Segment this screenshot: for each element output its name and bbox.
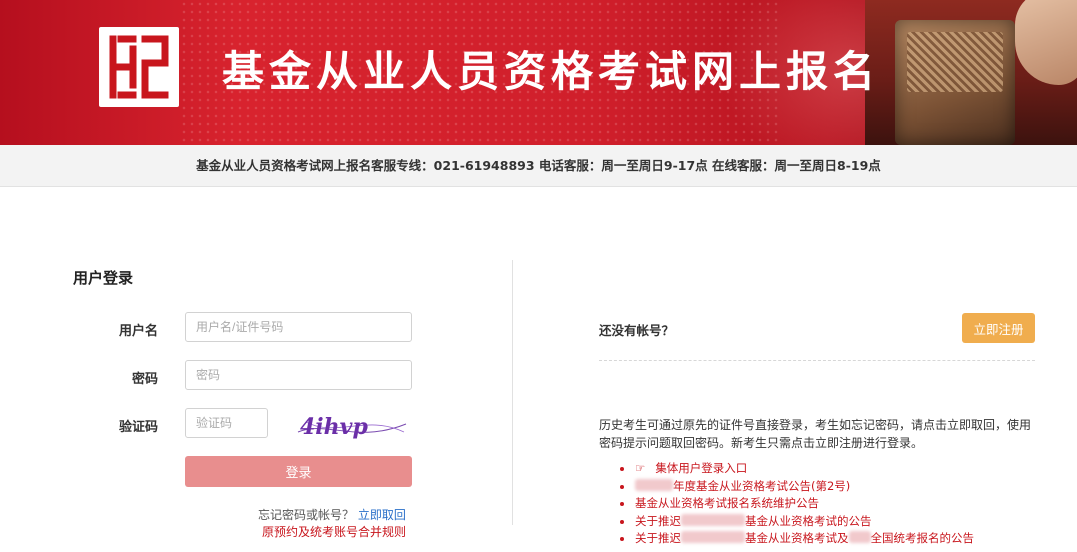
retrieve-now-link[interactable]: 立即取回 — [358, 508, 406, 522]
redacted-text — [681, 513, 745, 526]
username-input[interactable] — [185, 312, 412, 342]
redacted-text — [681, 531, 745, 543]
password-label: 密码 — [131, 372, 158, 387]
login-instructions: 历史考生可通过原先的证件号直接登录，考生如忘记密码，请点击立即取回，使用密码提示… — [599, 418, 1032, 450]
password-input[interactable] — [185, 360, 412, 390]
list-item: 关于推迟 基金从业资格考试的公告 — [620, 513, 974, 531]
dashed-divider — [599, 360, 1035, 361]
list-item: 关于推迟 基金从业资格考试及 全国统考报名的公告 — [620, 530, 974, 548]
redacted-text — [848, 531, 871, 543]
list-item: 年度基金从业资格考试公告(第2号) — [620, 478, 974, 496]
captcha-text: 4ihvp — [300, 414, 368, 440]
list-item: 基金从业资格考试报名系统维护公告 — [620, 495, 974, 513]
captcha-label: 验证码 — [118, 420, 158, 435]
group-login-link[interactable]: ☞ 集体用户登录入口 — [635, 461, 747, 475]
captcha-input[interactable] — [185, 408, 268, 438]
notice-link[interactable]: 基金从业资格考试报名系统维护公告 — [635, 496, 819, 510]
list-item: ☞ 集体用户登录入口 — [620, 460, 974, 478]
merge-rule-link[interactable]: 原预约及统考账号合并规则 — [262, 523, 406, 540]
no-account-text: 还没有帐号？ — [599, 323, 675, 338]
captcha-image[interactable]: 4ihvp — [296, 410, 408, 442]
forgot-account-row: 忘记密码或帐号？ 立即取回 — [258, 506, 406, 523]
login-button[interactable]: 登录 — [185, 456, 412, 487]
notice-list: ☞ 集体用户登录入口 年度基金从业资格考试公告(第2号) 基金从业资格考试报名系统… — [620, 460, 974, 548]
site-title: 基金从业人员资格考试网上报名 — [222, 47, 881, 96]
notice-link[interactable]: 关于推迟 基金从业资格考试的公告 — [635, 513, 872, 528]
notice-link[interactable]: 年度基金从业资格考试公告(第2号) — [635, 478, 850, 493]
login-heading: 用户登录 — [73, 269, 134, 287]
vertical-divider — [512, 260, 513, 525]
pointing-hand-icon: ☞ — [635, 461, 646, 475]
forgot-prefix: 忘记密码或帐号？ — [258, 508, 355, 522]
seal-stamp-image — [865, 0, 1077, 145]
username-label: 用户名 — [118, 324, 158, 339]
service-hotline-bar: 基金从业人员资格考试网上报名客服专线：021-61948893 电话客服：周一至… — [0, 145, 1077, 187]
header-banner: 基金从业人员资格考试网上报名 — [0, 0, 1077, 145]
redacted-text — [635, 478, 673, 491]
association-logo — [99, 27, 179, 107]
notice-link[interactable]: 关于推迟 基金从业资格考试及 全国统考报名的公告 — [635, 531, 974, 545]
register-button[interactable]: 立即注册 — [962, 313, 1035, 343]
